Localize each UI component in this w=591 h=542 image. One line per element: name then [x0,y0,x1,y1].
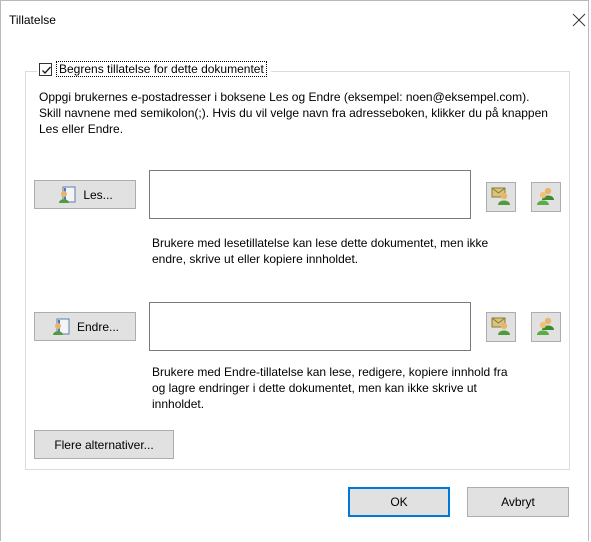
change-button[interactable]: Endre... [34,312,136,341]
more-options-button[interactable]: Flere alternativer... [34,430,174,459]
read-input[interactable] [149,170,471,219]
change-description: Brukere med Endre-tillatelse kan lese, r… [152,365,508,411]
close-icon[interactable] [572,13,586,27]
read-button[interactable]: Les... [34,180,136,209]
dialog-title: Tillatelse [9,13,56,27]
read-address-book-button[interactable] [486,182,516,212]
change-address-book-button[interactable] [486,312,516,342]
address-book-icon [57,186,77,204]
permission-dialog: Tillatelse Begrens tillatelse for dette … [0,0,589,541]
checkmark-icon [42,66,51,74]
read-description: Brukere med lesetillatelse kan lese dett… [152,236,489,266]
read-users-button[interactable] [531,182,561,212]
email-user-icon [490,186,512,209]
address-book-icon [51,318,71,336]
users-icon [535,186,557,209]
instructions-text: Oppgi brukernes e-postadresser i boksene… [39,90,548,136]
cancel-button[interactable]: Avbryt [467,487,569,517]
change-button-label: Endre... [76,319,120,334]
users-icon [535,316,557,339]
restrict-permission-checkbox-row[interactable]: Begrens tillatelse for dette dokumentet [37,59,271,79]
change-input[interactable] [149,302,471,351]
restrict-permission-checkbox[interactable] [39,62,52,76]
restrict-permission-label[interactable]: Begrens tillatelse for dette dokumentet [56,61,267,77]
ok-button[interactable]: OK [348,487,450,517]
read-button-label: Les... [83,187,113,202]
email-user-icon [490,316,512,339]
change-users-button[interactable] [531,312,561,342]
